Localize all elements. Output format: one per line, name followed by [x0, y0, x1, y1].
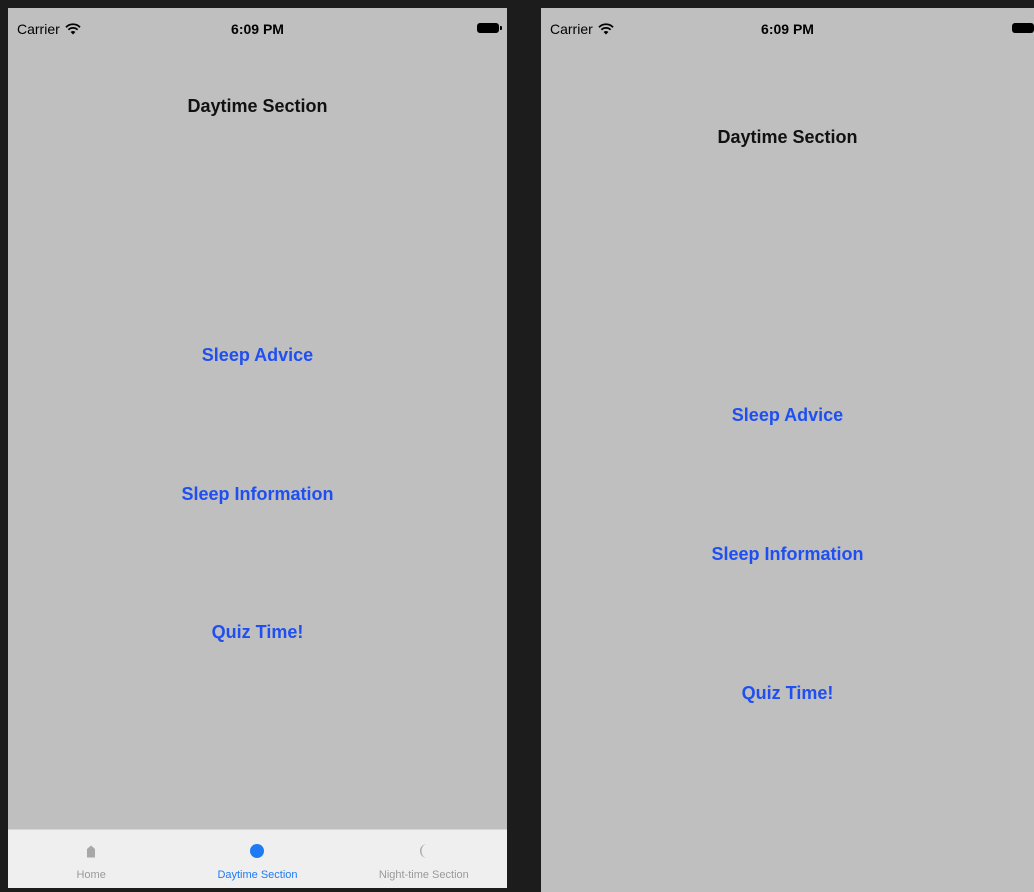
tab-daytime-section[interactable]: Daytime Section: [174, 830, 340, 888]
phone-screen-left: Carrier 6:09 PM Daytime Section Sleep Ad…: [8, 8, 507, 888]
sun-dot-icon: [249, 843, 265, 859]
battery-icon: [1012, 23, 1034, 33]
status-bar: Carrier 6:09 PM: [8, 8, 507, 48]
phone-screen-right: Carrier 6:09 PM Daytime Section Sleep Ad…: [541, 8, 1034, 892]
sleep-information-button[interactable]: Sleep Information: [181, 484, 333, 505]
tab-home-label: Home: [76, 869, 106, 881]
sleep-information-button[interactable]: Sleep Information: [711, 544, 863, 565]
tab-home[interactable]: Home: [8, 830, 174, 888]
page-title: Daytime Section: [717, 127, 858, 147]
sleep-advice-button[interactable]: Sleep Advice: [732, 405, 843, 426]
battery-icon: [477, 23, 502, 33]
tab-daytime-label: Daytime Section: [217, 869, 298, 881]
tab-night-time-label: Night-time Section: [378, 869, 469, 881]
sleep-advice-button[interactable]: Sleep Advice: [202, 345, 313, 366]
status-time: 6:09 PM: [761, 21, 814, 37]
tab-bar: Home Daytime Section Night-time Section: [8, 829, 507, 888]
home-icon: [83, 843, 99, 859]
status-time: 6:09 PM: [231, 21, 284, 37]
quiz-time-button[interactable]: Quiz Time!: [212, 622, 304, 643]
page-title: Daytime Section: [187, 96, 328, 116]
tab-night-time-section[interactable]: Night-time Section: [341, 830, 507, 888]
status-bar: Carrier 6:09 PM: [541, 8, 1034, 48]
moon-icon: [416, 843, 432, 859]
quiz-time-button[interactable]: Quiz Time!: [742, 683, 834, 704]
